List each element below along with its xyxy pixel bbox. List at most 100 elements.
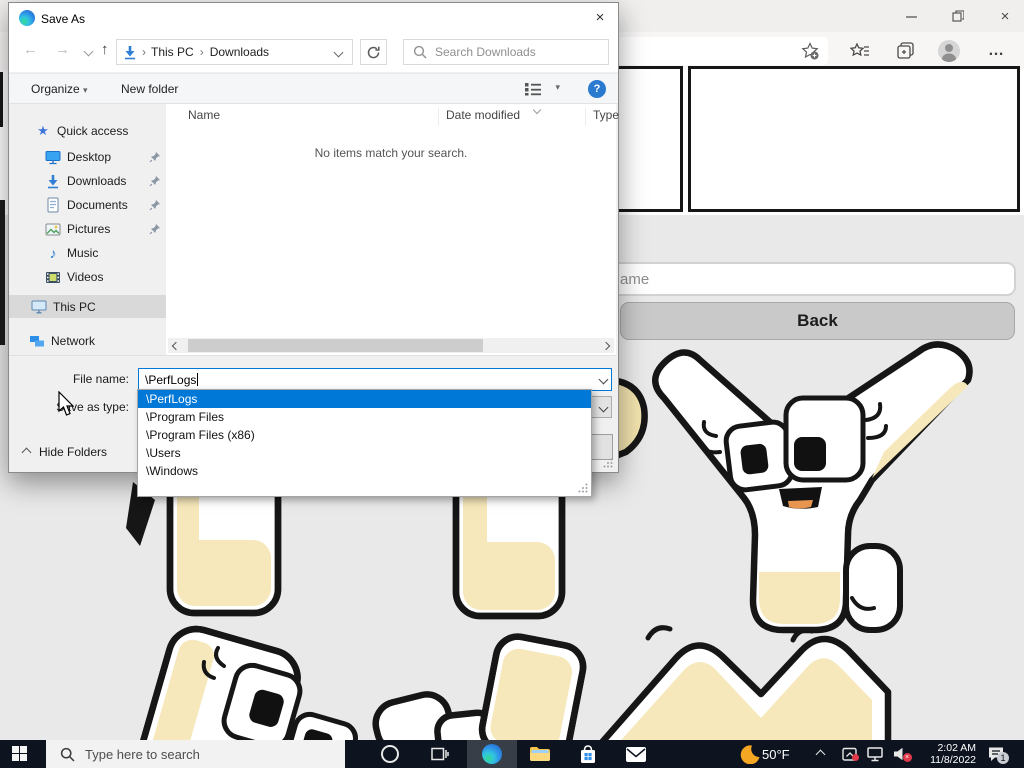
page-back-button[interactable]: Back xyxy=(620,302,1015,340)
documents-icon xyxy=(45,197,61,213)
screen: × … ame Back Save As × ← → ↑ › This PC ›… xyxy=(0,0,1024,768)
suggestion-program-files[interactable]: \Program Files xyxy=(138,408,591,426)
organize-button[interactable]: Organize ▾ xyxy=(31,82,88,96)
task-view-button[interactable] xyxy=(422,740,458,768)
temperature-label[interactable]: 50°F xyxy=(762,747,790,762)
sidebar-item-this-pc[interactable]: This PC xyxy=(9,295,188,318)
dialog-nav-row: ← → ↑ › This PC › Downloads Search Downl… xyxy=(9,37,618,67)
search-icon xyxy=(60,747,75,762)
scrollbar-thumb[interactable] xyxy=(188,339,483,352)
page-left-frame-edge xyxy=(0,72,3,127)
notification-dot xyxy=(851,753,859,761)
videos-icon xyxy=(45,269,61,285)
dialog-search-placeholder: Search Downloads xyxy=(435,45,536,59)
nav-up-button[interactable]: ↑ xyxy=(101,41,109,58)
taskbar-file-explorer-button[interactable] xyxy=(522,740,558,768)
dialog-sidebar: ★ Quick access Desktop Downloads Documen… xyxy=(9,104,188,355)
browser-minimize-button[interactable] xyxy=(896,5,926,27)
details-view-icon xyxy=(525,83,541,96)
action-center-button[interactable]: 1 xyxy=(980,740,1012,768)
close-icon: × xyxy=(595,8,605,26)
mouse-cursor xyxy=(58,391,75,416)
windows-logo-icon xyxy=(12,746,19,753)
browser-menu-button[interactable]: … xyxy=(984,40,1008,62)
dropdown-resize-grip[interactable] xyxy=(578,483,588,493)
cortana-button[interactable] xyxy=(372,740,408,768)
suggestion-users[interactable]: \Users xyxy=(138,444,591,462)
view-mode-button[interactable] xyxy=(524,82,542,101)
search-icon xyxy=(413,45,427,59)
browser-close-button[interactable]: × xyxy=(990,5,1020,27)
breadcrumb-dropdown-chevron-icon[interactable] xyxy=(333,47,344,57)
taskbar-mail-button[interactable] xyxy=(618,740,654,768)
tray-news-button[interactable] xyxy=(836,740,864,768)
network-icon xyxy=(29,333,45,349)
view-mode-caret-icon[interactable]: ▾ xyxy=(555,82,560,93)
tray-network-button[interactable] xyxy=(862,740,890,768)
taskbar-search-box[interactable]: Type here to search xyxy=(46,740,345,768)
file-name-dropdown-chevron-icon[interactable] xyxy=(598,374,609,385)
horizontal-scrollbar[interactable] xyxy=(168,338,614,353)
sidebar-item-network[interactable]: Network xyxy=(9,330,186,352)
mail-icon xyxy=(626,746,646,762)
refresh-button[interactable] xyxy=(360,39,387,65)
address-bar[interactable] xyxy=(596,37,828,65)
file-list: Name Date modified Type No items match y… xyxy=(166,104,619,355)
taskbar-edge-button[interactable] xyxy=(467,740,517,768)
sidebar-item-quick-access[interactable]: ★ Quick access xyxy=(9,120,192,142)
file-explorer-icon xyxy=(530,747,550,761)
nav-forward-button[interactable]: → xyxy=(55,41,70,58)
suggestion-program-files-x86[interactable]: \Program Files (x86) xyxy=(138,426,591,444)
nav-history-chevron-icon[interactable] xyxy=(83,46,94,57)
dialog-resize-grip[interactable] xyxy=(603,458,613,468)
collections-icon[interactable] xyxy=(894,40,918,62)
filename-suggestions-dropdown: \PerfLogs \Program Files \Program Files … xyxy=(137,389,592,497)
file-name-label: File name: xyxy=(72,372,129,386)
start-button[interactable] xyxy=(12,746,28,762)
column-header-name[interactable]: Name xyxy=(188,108,220,122)
profile-avatar[interactable] xyxy=(938,40,960,62)
scroll-left-icon[interactable] xyxy=(171,341,181,351)
pictures-icon xyxy=(45,221,61,237)
taskbar-store-button[interactable] xyxy=(570,740,606,768)
refresh-icon xyxy=(367,46,380,58)
file-name-input[interactable]: \PerfLogs xyxy=(138,368,612,391)
dialog-close-button[interactable]: × xyxy=(585,5,615,29)
scroll-right-icon[interactable] xyxy=(601,341,611,351)
taskbar: Type here to search 50°F × 2:02 AM 11/8/… xyxy=(0,740,1024,768)
taskbar-clock[interactable]: 2:02 AM 11/8/2022 xyxy=(914,742,976,766)
suggestion-perflogs[interactable]: \PerfLogs xyxy=(138,390,591,408)
add-favorite-icon[interactable] xyxy=(798,40,822,62)
restore-icon xyxy=(952,10,964,22)
music-note-icon: ♪ xyxy=(49,245,57,261)
edge-icon xyxy=(19,10,35,26)
nav-back-button[interactable]: ← xyxy=(23,41,38,58)
pin-icon xyxy=(149,200,160,211)
clock-time: 2:02 AM xyxy=(937,742,976,754)
new-folder-button[interactable]: New folder xyxy=(121,82,178,96)
sort-chevron-icon xyxy=(532,105,542,115)
browser-restore-button[interactable] xyxy=(943,5,973,27)
suggestion-windows[interactable]: \Windows xyxy=(138,462,591,480)
breadcrumb-this-pc[interactable]: This PC xyxy=(151,45,194,59)
cortana-icon xyxy=(381,745,399,763)
pin-icon xyxy=(149,176,160,187)
task-view-icon xyxy=(431,747,449,761)
breadcrumb-downloads[interactable]: Downloads xyxy=(210,45,269,59)
page-filename-input[interactable]: ame xyxy=(598,262,1016,296)
page-filename-input-text: ame xyxy=(620,270,650,288)
tray-volume-button[interactable]: × xyxy=(888,740,916,768)
column-header-type[interactable]: Type xyxy=(593,108,619,122)
breadcrumb[interactable]: › This PC › Downloads xyxy=(116,39,353,65)
tray-expand-button[interactable] xyxy=(806,740,834,768)
microsoft-store-icon xyxy=(581,745,595,763)
file-name-value: \PerfLogs xyxy=(145,372,197,387)
this-pc-icon xyxy=(31,299,47,315)
favorites-icon[interactable] xyxy=(848,40,872,62)
help-button[interactable]: ? xyxy=(588,80,606,98)
downloads-icon xyxy=(45,173,61,189)
hide-folders-button[interactable]: Hide Folders xyxy=(21,445,107,459)
letter-y-character xyxy=(652,341,973,634)
column-header-date-modified[interactable]: Date modified xyxy=(446,108,520,122)
dialog-search-box[interactable]: Search Downloads xyxy=(403,39,609,65)
